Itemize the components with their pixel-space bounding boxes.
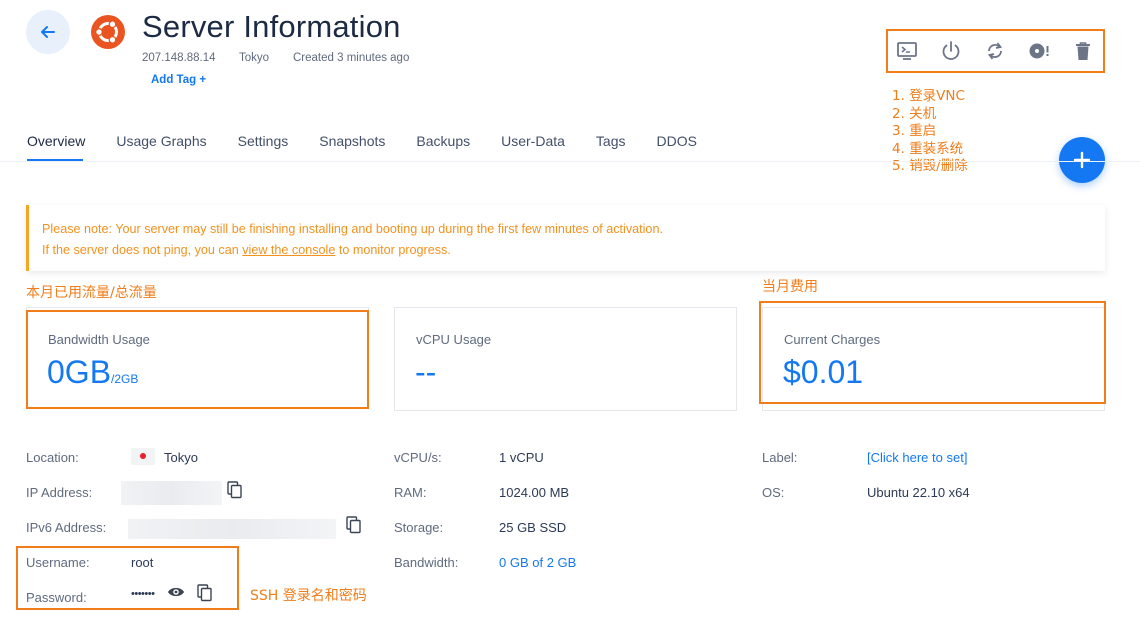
tab-backups[interactable]: Backups	[416, 133, 470, 149]
storage-value: 25 GB SSD	[499, 520, 567, 535]
ram-label: RAM:	[394, 485, 427, 500]
tab-tags[interactable]: Tags	[596, 133, 626, 149]
copy-password-icon[interactable]	[197, 584, 213, 602]
tab-bar: Overview Usage Graphs Settings Snapshots…	[27, 133, 728, 149]
server-label-label: Label:	[762, 450, 798, 465]
vnc-console-icon[interactable]	[895, 39, 919, 63]
vcpus-label: vCPU/s:	[394, 450, 442, 465]
copy-ip-icon[interactable]	[227, 481, 243, 499]
annotation-item: 3. 重启	[892, 123, 937, 140]
notice-text: If the server does not ping, you can	[42, 243, 243, 257]
os-value: Ubuntu 22.10 x64	[867, 485, 970, 500]
password-label: Password:	[26, 590, 87, 605]
toolbar-annotation-list: 1. 登录VNC 2. 关机 3. 重启 4. 重装系统 5. 销毁/删除	[892, 88, 968, 176]
notice-text: to monitor progress.	[335, 243, 451, 257]
bandwidth-card-value: 0GB	[47, 354, 112, 390]
add-tag-link[interactable]: Add Tag +	[151, 74, 206, 86]
password-value: •••••••	[131, 588, 155, 600]
add-button[interactable]	[1059, 137, 1105, 183]
plus-icon	[1073, 151, 1091, 169]
active-tab-indicator	[27, 159, 83, 161]
ipv6-address-value-redacted	[128, 519, 336, 539]
notice-line-1: Please note: Your server may still be fi…	[42, 222, 663, 236]
bandwidth-label: Bandwidth:	[394, 555, 459, 570]
location-value: Tokyo	[164, 450, 198, 465]
location-label: Location:	[26, 450, 79, 465]
vcpu-card-label: vCPU Usage	[416, 332, 492, 347]
server-created: Created 3 minutes ago	[293, 52, 410, 64]
view-console-link[interactable]: view the console	[242, 243, 335, 257]
back-button[interactable]	[26, 10, 70, 54]
os-label: OS:	[762, 485, 785, 500]
annotation-item: 1. 登录VNC	[892, 88, 965, 104]
bandwidth-value-link[interactable]: 0 GB of 2 GB	[499, 555, 576, 570]
reinstall-icon[interactable]	[1027, 39, 1051, 63]
show-password-icon[interactable]	[167, 585, 185, 599]
ssh-annotation: SSH 登录名和密码	[250, 588, 367, 604]
japan-flag-icon	[131, 448, 155, 465]
notice-line-2: If the server does not ping, you can vie…	[42, 240, 1105, 261]
tab-settings[interactable]: Settings	[238, 133, 289, 149]
charges-annotation: 当月费用	[762, 279, 818, 295]
vcpus-value: 1 vCPU	[499, 450, 544, 465]
vcpu-card	[394, 307, 737, 411]
server-location: Tokyo	[239, 52, 270, 64]
annotation-item: 2. 关机	[892, 105, 937, 122]
page-title: Server Information	[142, 9, 401, 44]
tab-snapshots[interactable]: Snapshots	[319, 133, 385, 149]
server-ip: 207.148.88.14	[142, 52, 216, 64]
arrow-left-icon	[41, 26, 55, 38]
storage-label: Storage:	[394, 520, 444, 535]
charges-card-value: $0.01	[783, 354, 864, 390]
bandwidth-card-value-group: 0GB/2GB	[47, 354, 138, 391]
ubuntu-logo-icon	[91, 15, 125, 49]
copy-ipv6-icon[interactable]	[346, 516, 362, 534]
bandwidth-card-label: Bandwidth Usage	[48, 332, 150, 347]
tab-usage-graphs[interactable]: Usage Graphs	[116, 133, 206, 149]
ip-address-label: IP Address:	[26, 485, 93, 500]
ram-value: 1024.00 MB	[499, 485, 570, 500]
bandwidth-card-suffix: /2GB	[111, 372, 139, 386]
tab-overview[interactable]: Overview	[27, 133, 85, 149]
annotation-item: 4. 重装系统	[892, 140, 964, 157]
charges-card-label: Current Charges	[784, 332, 881, 347]
username-value: root	[131, 555, 154, 570]
tab-divider	[0, 161, 1140, 162]
ipv6-address-label: IPv6 Address:	[26, 520, 107, 535]
power-icon[interactable]	[939, 39, 963, 63]
tab-user-data[interactable]: User-Data	[501, 133, 565, 149]
restart-icon[interactable]	[983, 39, 1007, 63]
ip-address-value-redacted	[121, 481, 222, 505]
trash-icon[interactable]	[1071, 39, 1095, 63]
username-label: Username:	[26, 555, 90, 570]
vcpu-card-value: --	[415, 354, 437, 390]
activation-notice: Please note: Your server may still be fi…	[26, 205, 1105, 271]
bandwidth-annotation: 本月已用流量/总流量	[26, 285, 157, 301]
set-label-link[interactable]: [Click here to set]	[867, 450, 967, 465]
tab-ddos[interactable]: DDOS	[656, 133, 696, 149]
